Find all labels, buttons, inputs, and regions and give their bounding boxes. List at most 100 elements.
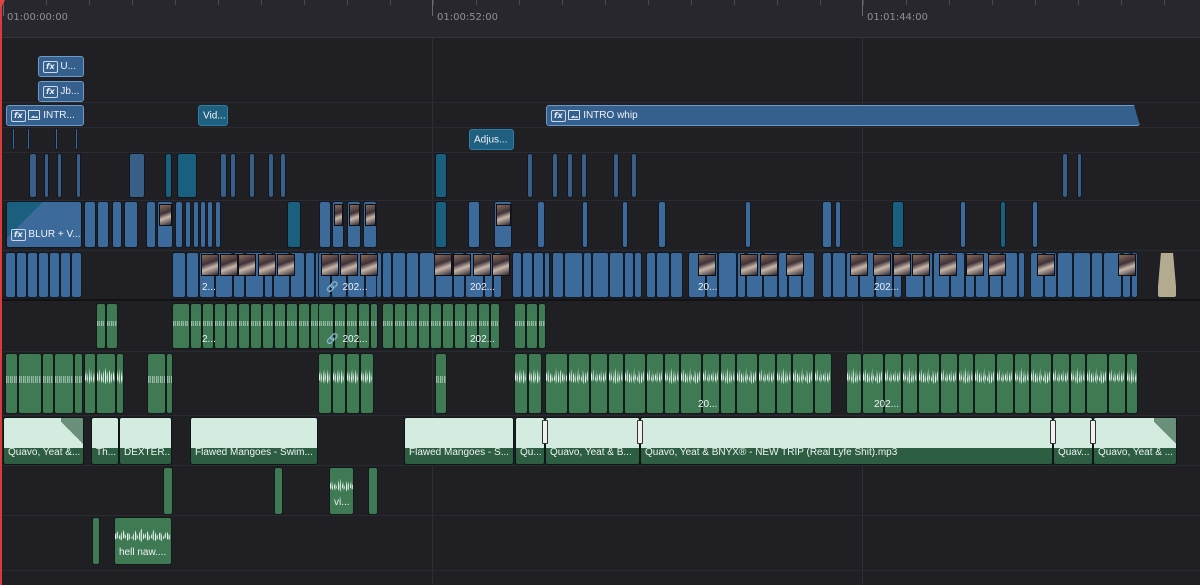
- video-clip[interactable]: [185, 201, 191, 248]
- adjustment-clip[interactable]: Adjus...: [469, 129, 514, 150]
- audio-clip[interactable]: [514, 353, 528, 414]
- video-clip[interactable]: [392, 252, 406, 298]
- video-clip[interactable]: [1062, 153, 1068, 198]
- video-clip[interactable]: [287, 201, 301, 248]
- timeline[interactable]: 01:00:00:00 01:00:52:00 01:01:44:00 fx U…: [0, 0, 1200, 585]
- audio-clip[interactable]: [624, 353, 646, 414]
- audio-clip[interactable]: [318, 353, 332, 414]
- audio-clip[interactable]: [382, 303, 394, 349]
- audio-clip[interactable]: [720, 353, 736, 414]
- video-clip[interactable]: [332, 201, 344, 248]
- audio-clip[interactable]: [590, 353, 608, 414]
- audio-clip[interactable]: [1108, 353, 1126, 414]
- video-clip[interactable]: [567, 153, 573, 198]
- video-clip[interactable]: [631, 153, 637, 198]
- video-clip[interactable]: [512, 252, 522, 298]
- video-clip[interactable]: [220, 153, 227, 198]
- video-clip[interactable]: [27, 128, 30, 150]
- audio-clip[interactable]: [42, 353, 54, 414]
- audio-clip[interactable]: [454, 303, 466, 349]
- video-clip[interactable]: [305, 252, 315, 298]
- video-clip[interactable]: [71, 252, 82, 298]
- video-clip[interactable]: [435, 201, 447, 248]
- video-clip[interactable]: [27, 252, 38, 298]
- audio-clip[interactable]: [370, 303, 378, 349]
- clip-marker[interactable]: [542, 420, 548, 444]
- audio-clip[interactable]: [147, 353, 166, 414]
- audio-clip[interactable]: [996, 353, 1014, 414]
- video-clip[interactable]: [552, 252, 564, 298]
- video-clip[interactable]: [613, 153, 619, 198]
- music-clip-8[interactable]: Quavo, Yeat & BNYX® - NEW TRIP (Real Lyf…: [640, 417, 1053, 465]
- audio-clip[interactable]: [435, 353, 447, 414]
- audio-clip[interactable]: [430, 303, 442, 349]
- video-clip[interactable]: [382, 252, 392, 298]
- video-clip[interactable]: [419, 252, 435, 298]
- video-clip[interactable]: [157, 201, 173, 248]
- blur-compound-clip[interactable]: fx BLUR + V...: [6, 201, 82, 248]
- audio-clip[interactable]: [106, 303, 118, 349]
- video-clip[interactable]: [1073, 252, 1091, 298]
- video-clip[interactable]: [112, 201, 122, 248]
- video-clip[interactable]: [1032, 201, 1038, 248]
- audio-clip[interactable]: [298, 303, 310, 349]
- music-clip-4[interactable]: Flawed Mangoes - Swim...: [190, 417, 318, 465]
- video-clip[interactable]: [522, 252, 533, 298]
- audio-clip[interactable]: [758, 353, 776, 414]
- video-clip[interactable]: [533, 252, 544, 298]
- audio-clip-hell-naw[interactable]: hell naw....: [114, 517, 172, 565]
- audio-clip[interactable]: [1126, 353, 1138, 414]
- video-clip[interactable]: [165, 153, 172, 198]
- audio-clip[interactable]: [442, 303, 454, 349]
- music-clip-6[interactable]: Qu...: [515, 417, 545, 465]
- audio-clip[interactable]: [1014, 353, 1030, 414]
- audio-clip[interactable]: [238, 303, 250, 349]
- audio-clip[interactable]: [74, 353, 83, 414]
- video-clip[interactable]: [207, 201, 213, 248]
- audio-clip[interactable]: [814, 353, 832, 414]
- audio-clip[interactable]: [940, 353, 958, 414]
- audio-clip[interactable]: [1030, 353, 1052, 414]
- video-clip[interactable]: [892, 201, 904, 248]
- video-clip[interactable]: [5, 252, 16, 298]
- video-clip[interactable]: [435, 153, 447, 198]
- video-clip[interactable]: [646, 252, 656, 298]
- video-clip[interactable]: [658, 201, 666, 248]
- video-clip[interactable]: [319, 201, 331, 248]
- audio-clip[interactable]: [274, 303, 286, 349]
- video-clip[interactable]: [581, 153, 587, 198]
- video-clip[interactable]: [172, 252, 186, 298]
- video-clip[interactable]: [55, 128, 58, 150]
- audio-clip[interactable]: [545, 353, 568, 414]
- audio-clip[interactable]: [274, 467, 283, 515]
- clip-marker[interactable]: [637, 420, 643, 444]
- video-clip[interactable]: [97, 201, 109, 248]
- video-clip[interactable]: [406, 252, 419, 298]
- video-clip[interactable]: [347, 201, 361, 248]
- audio-clip[interactable]: [608, 353, 624, 414]
- audio-clip[interactable]: [958, 353, 974, 414]
- audio-clip[interactable]: [96, 303, 106, 349]
- video-clip[interactable]: [745, 201, 751, 248]
- music-clip-9[interactable]: Quav...: [1053, 417, 1093, 465]
- music-clip-2[interactable]: Th...: [91, 417, 119, 465]
- audio-clip[interactable]: [1086, 353, 1108, 414]
- video-clip-vid[interactable]: Vid...: [198, 105, 228, 126]
- video-clip[interactable]: [200, 201, 206, 248]
- audio-clip[interactable]: [332, 353, 346, 414]
- video-clip[interactable]: [670, 252, 683, 298]
- audio-clip[interactable]: [736, 353, 758, 414]
- audio-clip[interactable]: [538, 303, 546, 349]
- video-clip[interactable]: [363, 201, 377, 248]
- fx-clip-jb[interactable]: fx Jb...: [38, 81, 84, 102]
- audio-clip-vi[interactable]: vi...: [329, 467, 354, 515]
- audio-clip[interactable]: [974, 353, 996, 414]
- timecode-ruler[interactable]: 01:00:00:00 01:00:52:00 01:01:44:00: [0, 0, 1200, 38]
- music-clip-1[interactable]: Quavo, Yeat &...: [3, 417, 84, 465]
- video-clip[interactable]: [175, 201, 183, 248]
- video-clip[interactable]: [832, 252, 846, 298]
- audio-clip[interactable]: [846, 353, 862, 414]
- audio-clip[interactable]: [406, 303, 418, 349]
- audio-clip[interactable]: [918, 353, 940, 414]
- music-clip-7[interactable]: Quavo, Yeat & B...: [545, 417, 640, 465]
